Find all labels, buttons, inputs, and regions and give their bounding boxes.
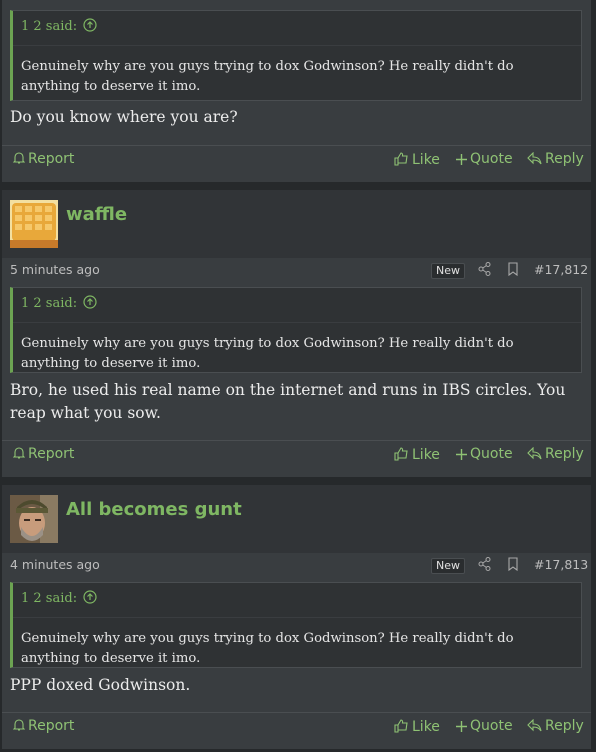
report-label: Report	[28, 446, 75, 462]
quote-label: Quote	[470, 151, 513, 167]
arrow-up-circle-icon[interactable]	[83, 590, 97, 604]
like-button[interactable]: Like	[394, 151, 440, 168]
quote-button[interactable]: Quote	[456, 718, 513, 734]
post: 1 2 said: Genuinely why are you guys try…	[2, 0, 591, 182]
divider	[13, 322, 581, 323]
quote-author: 1 2 said:	[21, 19, 78, 34]
report-label: Report	[28, 718, 75, 734]
username[interactable]: waffle	[66, 204, 127, 225]
post-meta: 4 minutes ago New #17,813	[2, 553, 591, 577]
quote-block: 1 2 said: Genuinely why are you guys try…	[10, 582, 582, 668]
divider	[2, 712, 591, 713]
plus-icon	[456, 154, 467, 165]
post-timestamp[interactable]: 4 minutes ago	[10, 557, 100, 572]
post-header: All becomes gunt	[2, 485, 591, 553]
plus-icon	[456, 449, 467, 460]
quote-label: Quote	[470, 718, 513, 734]
post-meta: 5 minutes ago New #17,812	[2, 258, 591, 282]
bell-icon	[13, 152, 25, 164]
share-icon[interactable]	[478, 261, 492, 277]
like-button[interactable]: Like	[394, 446, 440, 463]
post-message: PPP doxed Godwinson.	[10, 676, 191, 694]
divider	[13, 45, 581, 46]
share-icon[interactable]	[478, 556, 492, 572]
arrow-up-circle-icon[interactable]	[83, 18, 97, 32]
bell-icon	[13, 719, 25, 731]
arrow-up-circle-icon[interactable]	[83, 295, 97, 309]
divider	[2, 145, 591, 146]
post-header: waffle	[2, 190, 591, 258]
reply-label: Reply	[545, 151, 584, 167]
report-label: Report	[28, 151, 75, 167]
post: All becomes gunt 4 minutes ago New #17,8…	[2, 485, 591, 749]
quote-author: 1 2 said:	[21, 591, 78, 606]
quote-text: Genuinely why are you guys trying to dox…	[21, 631, 514, 666]
new-badge: New	[431, 263, 465, 279]
reply-icon	[527, 719, 542, 732]
post-number[interactable]: #17,813	[534, 557, 588, 572]
thumbs-up-icon	[394, 152, 408, 166]
bookmark-icon[interactable]	[506, 261, 520, 277]
reply-button[interactable]: Reply	[527, 446, 584, 462]
quote-block: 1 2 said: Genuinely why are you guys try…	[10, 287, 582, 373]
quote-author-link[interactable]: 1 2 said:	[21, 590, 97, 606]
like-label: Like	[412, 152, 440, 168]
reply-label: Reply	[545, 446, 584, 462]
post-timestamp[interactable]: 5 minutes ago	[10, 262, 100, 277]
like-label: Like	[412, 447, 440, 463]
quote-author: 1 2 said:	[21, 296, 78, 311]
quote-block: 1 2 said: Genuinely why are you guys try…	[10, 10, 582, 101]
post-message: Do you know where you are?	[10, 108, 238, 126]
thumbs-up-icon	[394, 719, 408, 733]
quote-author-link[interactable]: 1 2 said:	[21, 18, 97, 34]
report-button[interactable]: Report	[13, 718, 74, 734]
report-button[interactable]: Report	[13, 151, 74, 167]
post-message: Bro, he used his real name on the intern…	[10, 381, 566, 422]
report-button[interactable]: Report	[13, 446, 74, 462]
quote-button[interactable]: Quote	[456, 446, 513, 462]
bell-icon	[13, 447, 25, 459]
reply-icon	[527, 447, 542, 460]
reply-label: Reply	[545, 718, 584, 734]
avatar[interactable]	[10, 200, 58, 248]
quote-author-link[interactable]: 1 2 said:	[21, 295, 97, 311]
reply-icon	[527, 152, 542, 165]
reply-button[interactable]: Reply	[527, 718, 584, 734]
quote-button[interactable]: Quote	[456, 151, 513, 167]
quote-label: Quote	[470, 446, 513, 462]
quote-text: Genuinely why are you guys trying to dox…	[21, 336, 514, 371]
quote-text: Genuinely why are you guys trying to dox…	[21, 59, 514, 94]
divider	[2, 440, 591, 441]
divider	[13, 617, 581, 618]
post: waffle 5 minutes ago New #17,812 1 2 sai…	[2, 190, 591, 477]
post-number[interactable]: #17,812	[534, 262, 588, 277]
plus-icon	[456, 721, 467, 732]
new-badge: New	[431, 558, 465, 574]
like-button[interactable]: Like	[394, 718, 440, 735]
reply-button[interactable]: Reply	[527, 151, 584, 167]
like-label: Like	[412, 719, 440, 735]
avatar[interactable]	[10, 495, 58, 543]
bookmark-icon[interactable]	[506, 556, 520, 572]
username[interactable]: All becomes gunt	[66, 499, 242, 520]
thumbs-up-icon	[394, 447, 408, 461]
